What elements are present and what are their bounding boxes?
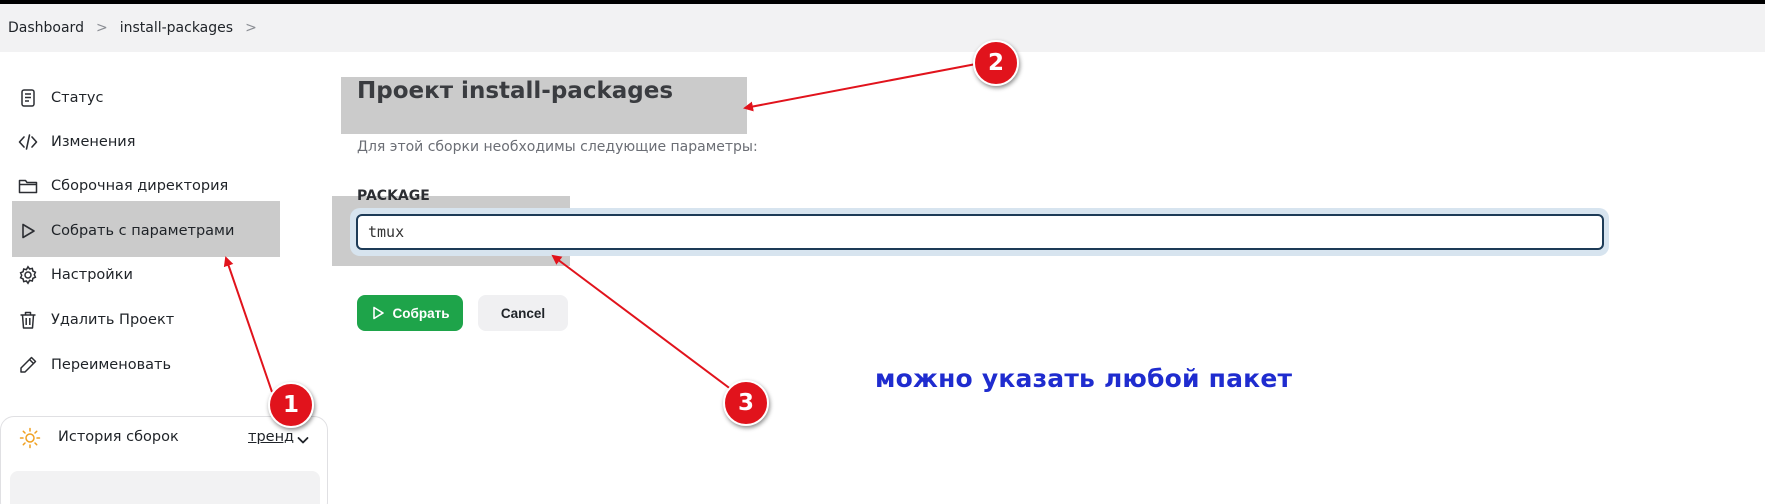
- sidebar-item-changes[interactable]: Изменения: [16, 130, 135, 154]
- annotation-badge-2: 2: [973, 40, 1019, 86]
- folder-icon: [16, 174, 40, 198]
- sidebar-item-label: Изменения: [51, 134, 136, 150]
- sidebar-item-label: Статус: [51, 90, 104, 106]
- breadcrumb: Dashboard > install-packages >: [0, 4, 1765, 52]
- build-history-panel: История сборок тренд: [0, 416, 328, 504]
- sidebar-item-label: Удалить Проект: [51, 312, 175, 328]
- sidebar-item-settings[interactable]: Настройки: [16, 263, 133, 287]
- sidebar-item-build-with-params[interactable]: Собрать с параметрами: [16, 219, 234, 243]
- page-subtitle: Для этой сборки необходимы следующие пар…: [357, 139, 758, 155]
- breadcrumb-dashboard[interactable]: Dashboard: [8, 20, 84, 36]
- arrow-3: [551, 254, 733, 391]
- cancel-button[interactable]: Cancel: [478, 295, 568, 331]
- sidebar-item-label: Сборочная директория: [51, 178, 229, 194]
- build-history-title: История сборок: [58, 429, 179, 445]
- arrow-1: [223, 256, 273, 393]
- sun-icon: [19, 427, 41, 449]
- sidebar-item-status[interactable]: Статус: [16, 86, 103, 110]
- package-input[interactable]: [356, 214, 1604, 250]
- pencil-icon: [16, 353, 40, 377]
- annotation-badge-3: 3: [723, 380, 769, 426]
- sidebar-item-rename[interactable]: Переименовать: [16, 353, 171, 377]
- sidebar-item-label: Переименовать: [51, 357, 172, 373]
- build-history-list: [10, 471, 320, 504]
- play-icon: [16, 219, 40, 243]
- annotation-note: можно указать любой пакет: [875, 364, 1293, 393]
- breadcrumb-install-packages[interactable]: install-packages: [120, 20, 233, 36]
- param-label: PACKAGE: [357, 188, 430, 204]
- sidebar-item-label: Собрать с параметрами: [51, 223, 235, 239]
- gear-icon: [16, 263, 40, 287]
- trend-link[interactable]: тренд: [248, 429, 294, 445]
- code-icon: [16, 130, 40, 154]
- sidebar-item-label: Настройки: [51, 267, 133, 283]
- breadcrumb-separator[interactable]: >: [245, 20, 257, 36]
- build-button[interactable]: Собрать: [357, 295, 463, 331]
- document-icon: [16, 86, 40, 110]
- sidebar-item-delete-project[interactable]: Удалить Проект: [16, 308, 174, 332]
- play-icon: [372, 306, 384, 320]
- page-title: Проект install-packages: [357, 78, 674, 104]
- annotation-badge-1: 1: [268, 382, 314, 428]
- chevron-down-icon[interactable]: [296, 433, 310, 447]
- breadcrumb-separator: >: [95, 20, 108, 36]
- trash-icon: [16, 308, 40, 332]
- sidebar-item-workspace[interactable]: Сборочная директория: [16, 174, 228, 198]
- build-button-label: Собрать: [392, 305, 450, 321]
- arrow-2: [743, 63, 977, 112]
